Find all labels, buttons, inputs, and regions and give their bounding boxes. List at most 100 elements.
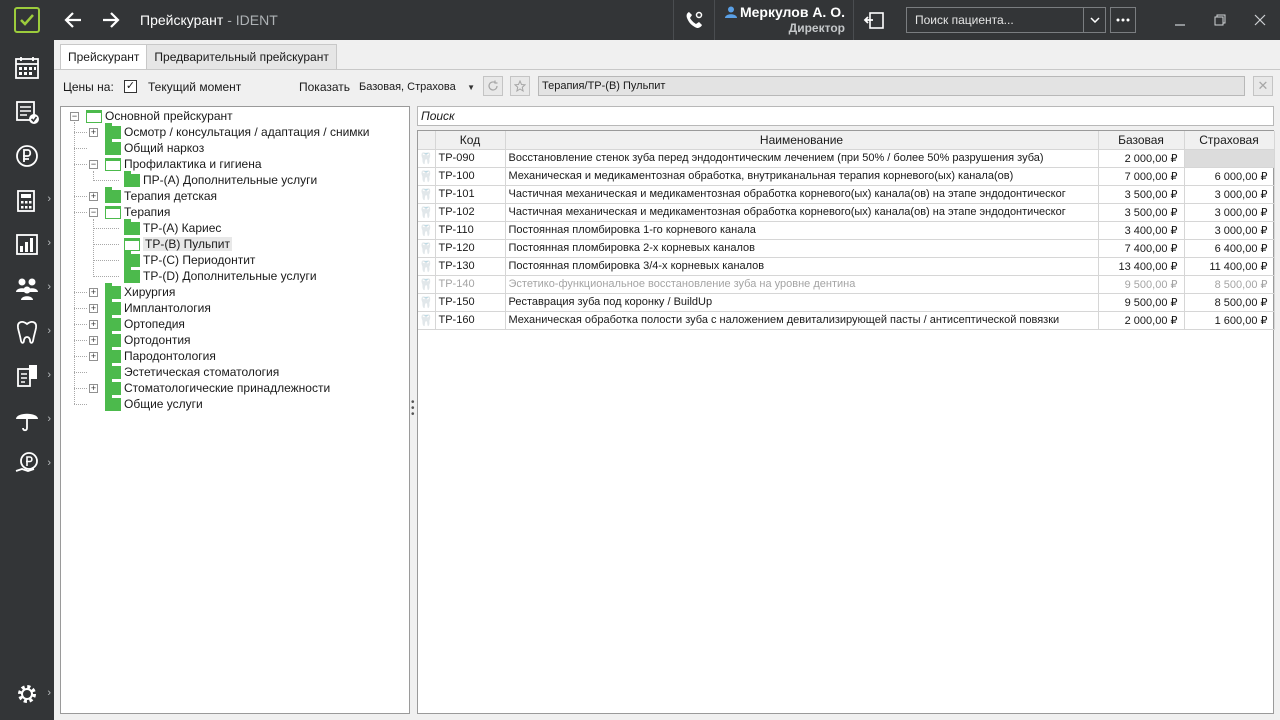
prices-on-label: Цены на: (63, 80, 114, 94)
user-name: Меркулов А. О. (739, 4, 845, 20)
tree-node-tr-c[interactable]: ТР-(C) Периодонтит (124, 250, 255, 268)
favorite-button[interactable] (510, 76, 530, 96)
sidebar-item-reports[interactable]: › (0, 222, 54, 266)
folder-icon (124, 250, 140, 267)
sidebar-item-payments[interactable]: › (0, 442, 54, 486)
tree-node-pr-a[interactable]: ПР-(A) Дополнительные услуги (124, 170, 317, 188)
table-row[interactable]: 🦷 ТР-090 Восстановление стенок зуба пере… (418, 149, 1275, 168)
tree-node-orthopedics[interactable]: Ортопедия (105, 314, 185, 332)
tab-preliminary-price-list[interactable]: Предварительный прейскурант (146, 44, 337, 70)
patient-search-dropdown[interactable] (1083, 8, 1105, 32)
window-title-text: Прейскурант (140, 12, 224, 28)
sidebar-item-settings[interactable]: › (0, 672, 54, 716)
main-content: Прейскурант Предварительный прейскурант … (54, 40, 1280, 720)
phone-button[interactable] (674, 0, 714, 40)
table-row[interactable]: 🦷 ТР-150 Реставрация зуба под коронку / … (418, 293, 1275, 312)
tree-expand-toggle[interactable]: + (89, 320, 98, 329)
chevron-right-icon: › (47, 237, 51, 249)
tree-node-kids-therapy[interactable]: Терапия детская (105, 186, 217, 204)
tree-expand-toggle[interactable]: + (89, 384, 98, 393)
tooth-icon: 🦷 (418, 149, 436, 168)
chevron-right-icon: › (47, 193, 51, 205)
tree-node-tr-a[interactable]: ТР-(A) Кариес (124, 218, 221, 236)
cell-insurance-price: 6 000,00 ₽ (1184, 167, 1275, 186)
sidebar-item-schedule[interactable] (0, 46, 54, 90)
column-header-name[interactable]: Наименование (505, 131, 1099, 150)
tooth-icon: 🦷 (418, 239, 436, 258)
cell-insurance-price: 3 000,00 ₽ (1184, 221, 1275, 240)
tree-expand-toggle[interactable]: + (89, 304, 98, 313)
tree-expand-toggle[interactable]: + (89, 352, 98, 361)
app-logo[interactable] (0, 0, 54, 40)
user-info[interactable]: Меркулов А. О. Директор (715, 4, 853, 36)
tooth-icon: 🦷 (418, 311, 436, 330)
tree-collapse-toggle[interactable]: − (89, 160, 98, 169)
column-header-icon (418, 131, 436, 150)
show-prices-select[interactable]: Базовая, Страхова ▼ (359, 78, 475, 96)
forward-button[interactable] (92, 0, 130, 40)
cell-insurance-price: 8 500,00 ₽ (1184, 293, 1275, 312)
tree-node-orthodontics[interactable]: Ортодонтия (105, 330, 191, 348)
window-title: Прейскурант - IDENT (140, 12, 278, 28)
table-row[interactable]: 🦷 ТР-130 Постоянная пломбировка 3/4-х ко… (418, 257, 1275, 276)
tree-node-exam[interactable]: Осмотр / консультация / адаптация / сним… (105, 122, 370, 140)
patient-search-input[interactable]: Поиск пациента... (907, 13, 1083, 27)
sidebar-item-patients[interactable]: › (0, 266, 54, 310)
tree-node-implantology[interactable]: Имплантология (105, 298, 211, 316)
sidebar-item-visits[interactable] (0, 90, 54, 134)
star-icon (514, 80, 526, 92)
cell-insurance-price: 11 400,00 ₽ (1184, 257, 1275, 276)
minimize-button[interactable] (1160, 0, 1200, 40)
more-button[interactable] (1110, 7, 1136, 33)
refresh-button[interactable] (483, 76, 503, 96)
table-row[interactable]: 🦷 ТР-100 Механическая и медикаментозная … (418, 167, 1275, 186)
sidebar-item-documents[interactable]: › (0, 354, 54, 398)
column-header-base[interactable]: Базовая (1098, 131, 1185, 150)
tree-node-general[interactable]: Общие услуги (105, 394, 203, 412)
tree-node-tr-d[interactable]: ТР-(D) Дополнительные услуги (124, 266, 317, 284)
tree-expand-toggle[interactable]: + (89, 128, 98, 137)
sidebar-item-cashbox[interactable]: › (0, 178, 54, 222)
price-toolbar: Цены на: ✓ Текущий момент Показать Базов… (54, 76, 1280, 98)
table-row[interactable]: 🦷 ТР-110 Постоянная пломбировка 1-го кор… (418, 221, 1275, 240)
current-moment-checkbox[interactable]: ✓ (124, 80, 137, 93)
tree-node-anesthesia[interactable]: Общий наркоз (105, 138, 204, 156)
tree-expand-toggle[interactable]: + (89, 288, 98, 297)
tree-collapse-toggle[interactable]: − (89, 208, 98, 217)
table-row[interactable]: 🦷 ТР-102 Частичная механическая и медика… (418, 203, 1275, 222)
grid-search-input[interactable]: Поиск (417, 106, 1274, 126)
clear-path-button[interactable]: ✕ (1253, 76, 1273, 96)
chevron-right-icon: › (47, 687, 51, 699)
sidebar-item-insurance[interactable]: › (0, 398, 54, 442)
tree-expand-toggle[interactable]: + (89, 336, 98, 345)
tree-node-therapy[interactable]: Терапия (105, 204, 170, 220)
tab-price-list[interactable]: Прейскурант (60, 44, 148, 70)
back-button[interactable] (54, 0, 92, 40)
tree-node-tr-b[interactable]: ТР-(B) Пульпит (124, 236, 232, 252)
table-row[interactable]: 🦷 ТР-101 Частичная механическая и медика… (418, 185, 1275, 204)
tree-node-aesthetic[interactable]: Эстетическая стоматология (105, 362, 279, 380)
sidebar-item-finance[interactable] (0, 134, 54, 178)
tree-node-periodontology[interactable]: Пародонтология (105, 346, 216, 364)
tree-node-label: Хирургия (124, 285, 176, 299)
table-row[interactable]: 🦷 ТР-160 Механическая обработка полости … (418, 311, 1275, 330)
cell-base-price: 9 500,00 ₽ (1098, 275, 1185, 294)
table-row[interactable]: 🦷 ТР-120 Постоянная пломбировка 2-х корн… (418, 239, 1275, 258)
patient-search-combo[interactable]: Поиск пациента... (906, 7, 1106, 33)
close-window-button[interactable] (1240, 0, 1280, 40)
column-header-code[interactable]: Код (435, 131, 506, 150)
tree-node-surgery[interactable]: Хирургия (105, 282, 176, 300)
sidebar-item-dentistry[interactable]: › (0, 310, 54, 354)
table-row-disabled[interactable]: 🦷 ТР-140 Эстетико-функциональное восстан… (418, 275, 1275, 294)
tree-collapse-toggle[interactable]: − (70, 112, 79, 121)
tree-node-supplies[interactable]: Стоматологические принадлежности (105, 378, 330, 396)
folder-icon (124, 218, 140, 235)
maximize-button[interactable] (1200, 0, 1240, 40)
history-button[interactable] (854, 0, 894, 40)
price-grid: Код Наименование Базовая Страховая 🦷 ТР-… (417, 130, 1275, 714)
tree-expand-toggle[interactable]: + (89, 192, 98, 201)
restore-icon (1214, 14, 1226, 26)
panel-splitter[interactable]: • • • (411, 398, 415, 420)
cell-name: Восстановление стенок зуба перед эндодон… (505, 149, 1099, 168)
column-header-insurance[interactable]: Страховая (1184, 131, 1275, 150)
